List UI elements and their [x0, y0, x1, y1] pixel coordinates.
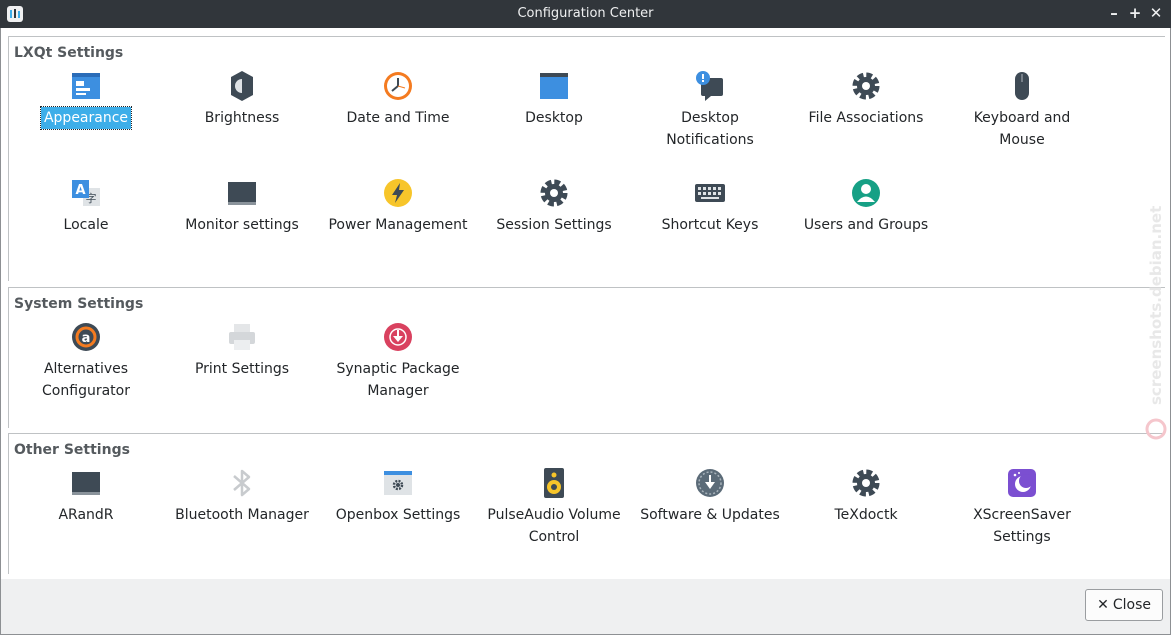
svg-text:a: a — [82, 331, 91, 346]
keyboard-icon — [695, 184, 725, 202]
mouse-icon — [1015, 72, 1029, 100]
user-icon — [852, 179, 880, 207]
item-label: Bluetooth Manager — [175, 507, 309, 523]
desktop-icon — [540, 73, 568, 99]
group-title: LXQt Settings — [14, 45, 124, 61]
group-system-settings: System Settings a Alternatives Configura… — [8, 287, 1165, 428]
item-pulseaudio-volume-control[interactable]: PulseAudio Volume Control — [479, 466, 629, 548]
gear-icon — [540, 179, 568, 207]
brightness-icon — [231, 71, 253, 101]
item-label: Session Settings — [496, 217, 612, 233]
title-bar: Configuration Center – + ✕ — [0, 0, 1171, 28]
item-locale[interactable]: 字 A Locale — [11, 176, 161, 236]
item-appearance[interactable]: Appearance — [11, 69, 161, 130]
item-users-and-groups[interactable]: Users and Groups — [791, 176, 941, 236]
appearance-icon — [72, 73, 100, 99]
power-icon — [384, 179, 412, 207]
screensaver-icon — [1008, 469, 1036, 497]
item-label: PulseAudio Volume Control — [487, 507, 621, 545]
item-power-management[interactable]: Power Management — [323, 176, 473, 236]
item-label: Desktop Notifications — [666, 110, 754, 148]
item-keyboard-and-mouse[interactable]: Keyboard and Mouse — [947, 69, 1097, 151]
minimize-icon: – — [1110, 4, 1118, 22]
plus-icon: + — [1128, 4, 1142, 22]
close-window-button[interactable]: ✕ — [1147, 4, 1165, 22]
item-session-settings[interactable]: Session Settings — [479, 176, 629, 236]
item-label: Desktop — [525, 110, 583, 126]
item-label: ARandR — [58, 507, 114, 523]
item-synaptic-package-manager[interactable]: Synaptic Package Manager — [323, 320, 473, 402]
item-label: Shortcut Keys — [661, 217, 759, 233]
item-label: Monitor settings — [185, 217, 299, 233]
maximize-button[interactable]: + — [1126, 4, 1144, 22]
item-shortcut-keys[interactable]: Shortcut Keys — [635, 176, 785, 236]
item-print-settings[interactable]: Print Settings — [167, 320, 317, 380]
watermark-logo-icon — [1145, 418, 1167, 440]
bluetooth-icon — [233, 469, 251, 497]
alternatives-icon: a — [72, 323, 100, 351]
item-date-and-time[interactable]: Date and Time — [323, 69, 473, 129]
group-other-settings: Other Settings ARandR Bluetooth Manager … — [8, 433, 1165, 574]
item-brightness[interactable]: Brightness — [167, 69, 317, 129]
gear-icon — [852, 72, 880, 100]
item-desktop-notifications[interactable]: Desktop Notifications — [635, 69, 785, 151]
item-label: Keyboard and Mouse — [973, 110, 1071, 148]
item-texdoctk[interactable]: TeXdoctk — [791, 466, 941, 526]
item-alternatives-configurator[interactable]: a Alternatives Configurator — [11, 320, 161, 402]
item-xscreensaver-settings[interactable]: XScreenSaver Settings — [947, 466, 1097, 548]
watermark-text: screenshots.debian.net — [1147, 206, 1165, 405]
printer-icon — [229, 324, 255, 350]
window-body: LXQt Settings Appearance Brightness Date… — [0, 28, 1171, 635]
item-label: File Associations — [808, 110, 924, 126]
item-label: Openbox Settings — [335, 507, 461, 523]
close-button[interactable]: ✕ Close — [1085, 589, 1163, 621]
svg-text:A: A — [75, 183, 85, 198]
watermark: screenshots.debian.net — [1145, 206, 1167, 440]
clock-icon — [384, 72, 412, 100]
item-label: Locale — [63, 217, 109, 233]
dialog-footer: ✕ Close — [1, 579, 1170, 634]
monitor-icon — [228, 182, 256, 205]
item-monitor-settings[interactable]: Monitor settings — [167, 176, 317, 236]
item-label: TeXdoctk — [834, 507, 898, 523]
group-title: Other Settings — [14, 442, 130, 458]
close-icon: ✕ — [1097, 597, 1109, 613]
item-label: XScreenSaver Settings — [973, 507, 1071, 545]
software-updates-icon — [696, 469, 724, 497]
item-label: Power Management — [328, 217, 468, 233]
item-label: Synaptic Package Manager — [336, 361, 460, 399]
item-label: Print Settings — [194, 361, 290, 377]
synaptic-icon — [384, 323, 412, 351]
window-title: Configuration Center — [517, 6, 654, 21]
close-icon: ✕ — [1149, 4, 1163, 22]
item-label: Users and Groups — [803, 217, 929, 233]
group-title: System Settings — [14, 296, 144, 312]
item-label: Alternatives Configurator — [42, 361, 130, 399]
item-desktop[interactable]: Desktop — [479, 69, 629, 129]
item-arandr[interactable]: ARandR — [11, 466, 161, 526]
item-openbox-settings[interactable]: Openbox Settings — [323, 466, 473, 526]
locale-icon: 字 A — [72, 180, 100, 206]
minimize-button[interactable]: – — [1105, 4, 1123, 22]
close-button-label: Close — [1112, 597, 1151, 613]
item-bluetooth-manager[interactable]: Bluetooth Manager — [167, 466, 317, 526]
speaker-icon — [544, 468, 564, 498]
openbox-icon — [384, 471, 412, 495]
item-label: Brightness — [204, 110, 280, 126]
item-software-and-updates[interactable]: Software & Updates — [635, 466, 785, 526]
gear-icon — [852, 469, 880, 497]
item-file-associations[interactable]: File Associations — [791, 69, 941, 129]
item-label: Appearance — [39, 106, 133, 130]
group-lxqt-settings: LXQt Settings Appearance Brightness Date… — [8, 36, 1165, 281]
notification-icon — [696, 71, 723, 101]
item-label: Software & Updates — [640, 507, 780, 523]
item-label: Date and Time — [346, 110, 450, 126]
monitor-icon — [72, 472, 100, 495]
